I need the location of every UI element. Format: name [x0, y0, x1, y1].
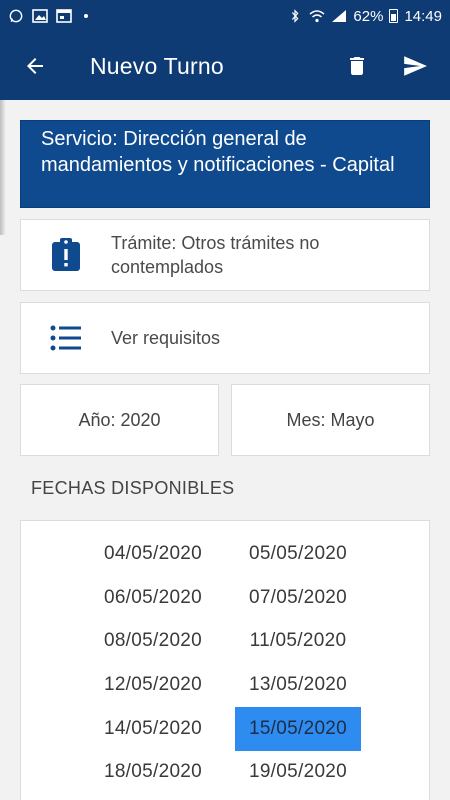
whatsapp-icon [9, 9, 23, 23]
requisitos-text: Ver requisitos [111, 328, 221, 348]
date-item[interactable]: 08/05/2020 [90, 619, 216, 663]
notification-dot-icon [84, 14, 88, 18]
requisitos-card[interactable]: Ver requisitos [20, 302, 430, 374]
clipboard-alert-icon [52, 238, 80, 271]
date-item[interactable]: 11/05/2020 [235, 619, 361, 663]
calendar-small-icon [56, 9, 72, 23]
back-button[interactable] [0, 32, 70, 100]
send-button[interactable] [386, 32, 444, 100]
send-icon [404, 56, 427, 76]
date-item[interactable]: 19/05/2020 [235, 750, 361, 794]
date-item[interactable]: 06/05/2020 [90, 576, 216, 620]
battery-icon [389, 9, 399, 23]
date-item[interactable]: 05/05/2020 [235, 532, 361, 576]
drawer-edge[interactable] [0, 100, 6, 235]
signal-icon [332, 10, 347, 22]
service-banner: Servicio: Dirección general de mandamien… [20, 120, 430, 208]
available-dates-title: FECHAS DISPONIBLES [31, 478, 235, 498]
year-label: Año: 2020 [78, 409, 161, 430]
month-label: Mes: Mayo [286, 409, 375, 430]
trash-icon [350, 57, 364, 75]
app-bar: Nuevo Turno [0, 32, 450, 100]
page-title: Nuevo Turno [90, 52, 224, 79]
month-selector[interactable]: Mes: Mayo [231, 384, 430, 456]
date-item[interactable]: 13/05/2020 [235, 663, 361, 707]
date-item[interactable]: 12/05/2020 [90, 663, 216, 707]
date-item[interactable]: 04/05/2020 [90, 532, 216, 576]
tramite-card[interactable]: Trámite: Otros trámites no contemplados [20, 219, 430, 291]
arrow-back-icon [27, 58, 43, 74]
image-icon [32, 9, 48, 23]
battery-percentage: 62% [353, 7, 384, 25]
date-item[interactable]: 14/05/2020 [90, 707, 216, 751]
date-item-selected[interactable]: 15/05/2020 [235, 707, 361, 751]
date-item[interactable]: 07/05/2020 [235, 576, 361, 620]
year-selector[interactable]: Año: 2020 [20, 384, 219, 456]
clock: 14:49 [404, 7, 442, 25]
dates-list[interactable]: 04/05/2020 05/05/2020 06/05/2020 07/05/2… [20, 520, 430, 800]
list-icon [50, 325, 81, 351]
status-bar: 62% 14:49 [0, 0, 450, 32]
wifi-icon [309, 10, 325, 23]
tramite-text: Trámite: Otros trámites no contemplados [111, 233, 320, 277]
delete-button[interactable] [328, 32, 386, 100]
date-item[interactable]: 18/05/2020 [90, 750, 216, 794]
bluetooth-icon [292, 9, 299, 23]
